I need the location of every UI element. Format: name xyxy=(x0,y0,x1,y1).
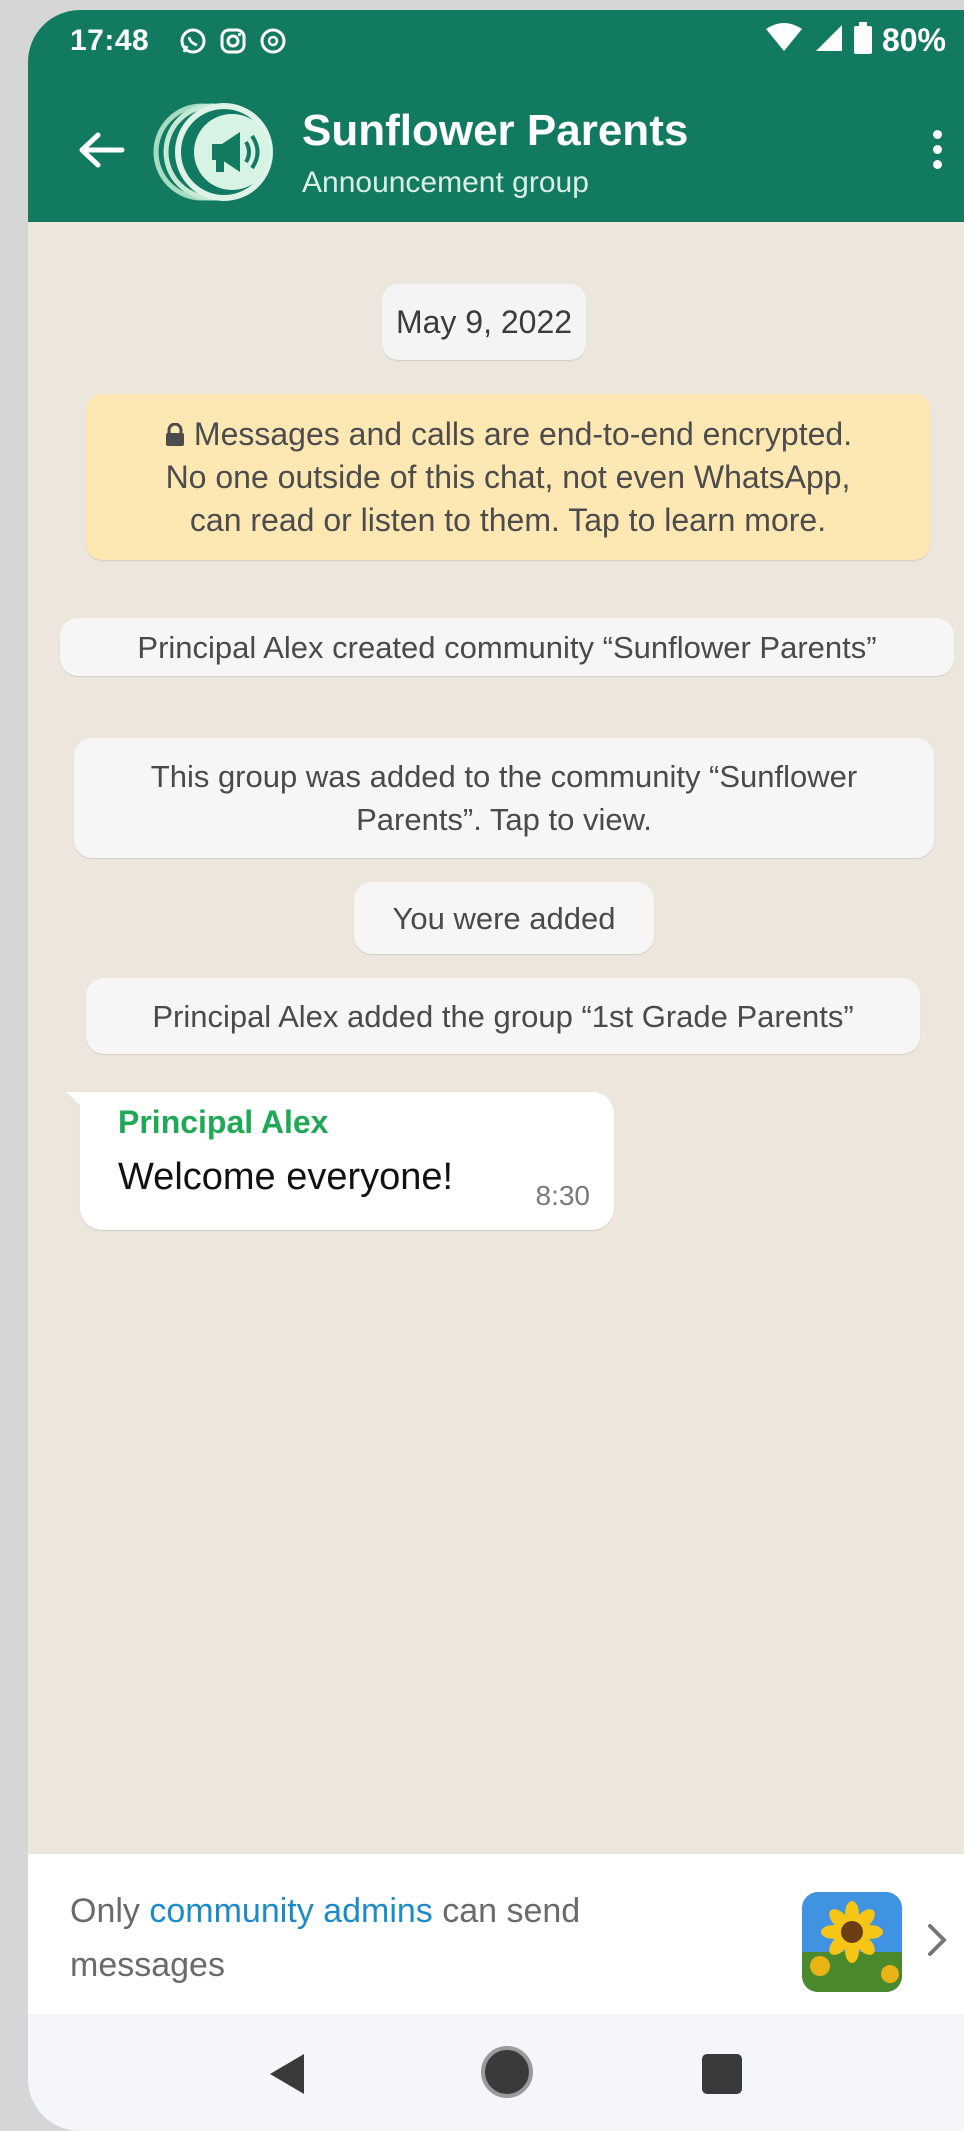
encryption-line-1: Messages and calls are end-to-end encryp… xyxy=(86,413,930,456)
system-message-created: Principal Alex created community “Sunflo… xyxy=(60,618,954,676)
nav-back-button[interactable] xyxy=(268,2052,308,2101)
system-message-text: Parents”. Tap to view. xyxy=(356,802,652,837)
chat-subtitle: Announcement group xyxy=(302,166,589,199)
battery-percent: 80% xyxy=(881,22,946,58)
overflow-menu-button[interactable] xyxy=(922,124,952,184)
encryption-notice[interactable]: Messages and calls are end-to-end encryp… xyxy=(86,394,930,560)
wifi-icon xyxy=(764,23,804,58)
recents-square-icon xyxy=(702,2054,742,2094)
instagram-icon xyxy=(218,26,248,56)
status-bar: 17:48 80% xyxy=(28,10,964,80)
app-bar: Sunflower Parents Announcement group xyxy=(28,80,964,222)
date-chip: May 9, 2022 xyxy=(382,284,586,360)
message-bubble[interactable]: Principal Alex Welcome everyone! 8:30 xyxy=(66,1092,614,1230)
message-bubble-body: Principal Alex Welcome everyone! 8:30 xyxy=(80,1092,614,1230)
phone-screen: 17:48 80% Sunflower Parents Announcement… xyxy=(28,10,964,2131)
status-right: 80% xyxy=(764,22,946,59)
sunflower-image xyxy=(802,1892,902,1992)
system-message-group-added[interactable]: This group was added to the community “S… xyxy=(74,738,934,858)
community-thumbnail[interactable] xyxy=(802,1892,902,1992)
note-prefix: Only xyxy=(70,1892,150,1930)
group-avatar[interactable] xyxy=(152,102,312,202)
top-bar: 17:48 80% Sunflower Parents Announcement… xyxy=(28,10,964,222)
system-message-text: This group was added to the community “S… xyxy=(150,759,858,794)
admin-only-note: Only community admins can send messages xyxy=(70,1884,690,1992)
back-triangle-icon xyxy=(270,2054,304,2094)
system-message-group-linked: Principal Alex added the group “1st Grad… xyxy=(86,978,920,1054)
system-message-you-added: You were added xyxy=(354,882,654,954)
notification-icons xyxy=(178,26,288,56)
lock-icon xyxy=(165,422,184,446)
community-admins-link[interactable]: community admins xyxy=(149,1892,432,1930)
announcement-megaphone-icon xyxy=(153,103,273,201)
more-vert-icon xyxy=(922,130,952,169)
back-button[interactable] xyxy=(76,130,126,170)
message-time: 8:30 xyxy=(535,1180,591,1211)
system-message-text: Principal Alex created community “Sunflo… xyxy=(137,629,877,665)
nav-recents-button[interactable] xyxy=(700,2052,744,2101)
status-time: 17:48 xyxy=(70,24,150,57)
whatsapp-icon xyxy=(178,26,208,56)
message-text: Welcome everyone! xyxy=(118,1156,454,1198)
arrow-left-icon xyxy=(79,132,125,168)
chat-title[interactable]: Sunflower Parents xyxy=(302,106,688,156)
nav-home-button[interactable] xyxy=(479,2044,535,2105)
home-circle-icon xyxy=(481,2046,533,2098)
system-message-text: Principal Alex added the group “1st Grad… xyxy=(152,998,854,1034)
admin-only-footer: Only community admins can send messages xyxy=(28,1854,964,2014)
encryption-line-2: No one outside of this chat, not even Wh… xyxy=(165,458,851,495)
encryption-line-3: can read or listen to them. Tap to learn… xyxy=(189,501,827,538)
system-nav-bar xyxy=(28,2014,964,2131)
system-message-text: You were added xyxy=(392,900,616,936)
signal-icon xyxy=(814,23,844,58)
chevron-right-icon[interactable] xyxy=(922,1918,952,1962)
threads-icon xyxy=(258,26,288,56)
chat-area[interactable]: May 9, 2022 Messages and calls are end-t… xyxy=(28,222,964,1854)
message-sender[interactable]: Principal Alex xyxy=(118,1104,328,1141)
battery-icon xyxy=(853,22,872,59)
